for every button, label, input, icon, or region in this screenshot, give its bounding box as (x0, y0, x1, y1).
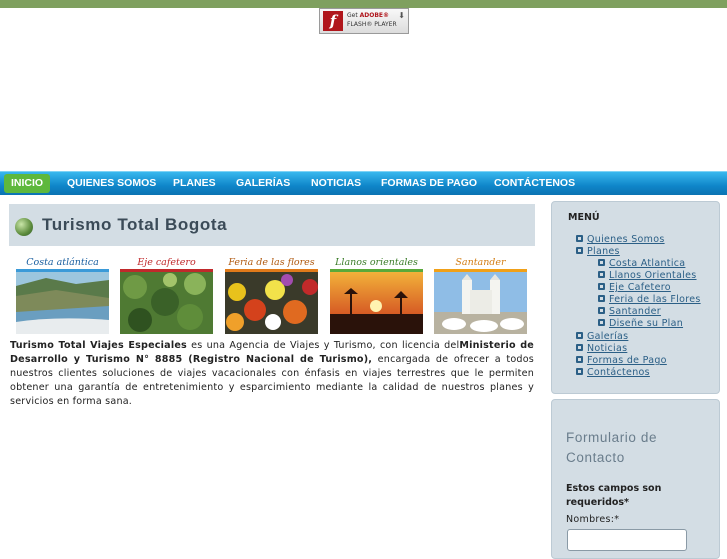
menu-item-costa-atlantica[interactable]: Costa Atlantica (598, 258, 685, 269)
menu-item-formas-de-pago[interactable]: Formas de Pago (576, 355, 667, 366)
bullet-icon (598, 295, 605, 302)
menu-title: MENÚ (568, 212, 600, 223)
nav-item-inicio[interactable]: INICIO (4, 174, 51, 193)
church-dancers-photo (434, 272, 527, 334)
download-arrow-icon: ⬇ (398, 11, 405, 20)
bullet-icon (598, 271, 605, 278)
required-note: Estos campos son requeridos* (566, 483, 662, 508)
menu-item-contactenos[interactable]: Contáctenos (576, 367, 650, 378)
thumb-label: Costa atlántica (16, 257, 109, 269)
thumb-feria-de-las-flores[interactable]: Feria de las flores (225, 257, 318, 334)
globe-icon (15, 218, 33, 236)
thumb-label: Eje cafetero (120, 257, 213, 269)
flower-fair-photo (225, 272, 318, 334)
thumb-eje-cafetero[interactable]: Eje cafetero (120, 257, 213, 334)
top-accent-bar (0, 0, 727, 8)
thumb-label: Llanos orientales (330, 257, 423, 269)
bullet-icon (576, 344, 583, 351)
flash-badge-line1: Get ADOBE® (347, 12, 390, 19)
menu-item-quienes-somos[interactable]: Quienes Somos (576, 234, 665, 245)
contact-form: Formulario de Contacto Estos campos son … (551, 399, 720, 559)
flash-icon: f (323, 11, 343, 31)
menu-item-eje-cafetero[interactable]: Eje Cafetero (598, 282, 671, 293)
bullet-icon (576, 356, 583, 363)
bullet-icon (598, 283, 605, 290)
bullet-icon (576, 368, 583, 375)
bullet-icon (598, 319, 605, 326)
form-title: Formulario de Contacto (566, 430, 658, 465)
sunset-plains-photo (330, 272, 423, 334)
bullet-icon (576, 332, 583, 339)
nav-item-noticias[interactable]: NOTICIAS (311, 172, 361, 195)
menu-item-planes[interactable]: Planes (576, 246, 620, 257)
menu-item-noticias[interactable]: Noticias (576, 343, 627, 354)
menu-item-galerias[interactable]: Galerías (576, 331, 628, 342)
page-title-bar: Turismo Total Bogota (9, 204, 535, 246)
menu-item-santander[interactable]: Santander (598, 306, 661, 317)
name-input[interactable] (567, 529, 687, 551)
thumb-santander[interactable]: Santander (434, 257, 527, 334)
bullet-icon (598, 259, 605, 266)
main-navigation: INICIO QUIENES SOMOS PLANES GALERÍAS NOT… (0, 171, 727, 195)
get-flash-player-badge[interactable]: f Get ADOBE® FLASH® PLAYER ⬇ (319, 8, 409, 34)
nav-item-planes[interactable]: PLANES (173, 172, 216, 195)
thumb-costa-atlantica[interactable]: Costa atlántica (16, 257, 109, 334)
sidebar-menu: MENÚ Quienes Somos Planes Costa Atlantic… (551, 201, 720, 394)
bullet-icon (576, 247, 583, 254)
nav-item-galerias[interactable]: GALERÍAS (236, 172, 290, 195)
menu-item-feria-de-las-flores[interactable]: Feria de las Flores (598, 294, 701, 305)
beach-photo (16, 272, 109, 334)
bullet-icon (598, 307, 605, 314)
thumb-label: Santander (434, 257, 527, 269)
page-title: Turismo Total Bogota (42, 215, 228, 234)
nav-item-contactenos[interactable]: CONTÁCTENOS (494, 172, 575, 195)
menu-item-llanos-orientales[interactable]: Llanos Orientales (598, 270, 697, 281)
bullet-icon (576, 235, 583, 242)
flash-badge-line2: FLASH® PLAYER (347, 21, 397, 28)
name-label: Nombres:* (566, 514, 620, 525)
menu-item-disene-su-plan[interactable]: Diseñe su Plan (598, 318, 683, 329)
thumb-label: Feria de las flores (225, 257, 318, 269)
coffee-farm-photo (120, 272, 213, 334)
nav-item-formas-de-pago[interactable]: FORMAS DE PAGO (381, 172, 477, 195)
thumb-llanos-orientales[interactable]: Llanos orientales (330, 257, 423, 334)
intro-paragraph: Turismo Total Viajes Especiales es una A… (10, 340, 534, 407)
nav-item-quienes-somos[interactable]: QUIENES SOMOS (67, 172, 156, 195)
